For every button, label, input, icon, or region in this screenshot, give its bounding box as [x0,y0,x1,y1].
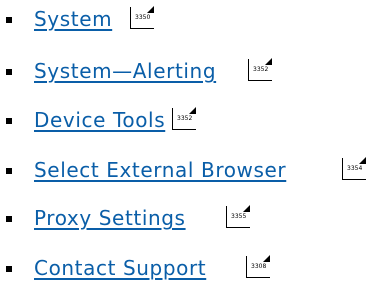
page-corner-icon [147,6,155,13]
link-select-external-browser[interactable]: Select External Browser [34,157,286,183]
link-proxy-settings[interactable]: Proxy Settings [34,205,186,231]
link-device-tools[interactable]: Device Tools [34,107,165,133]
page-ref-number: 3354 [347,165,363,172]
page-reference-icon[interactable]: 3350 [130,6,155,29]
page-corner-icon [359,157,367,164]
page-corner-icon [263,255,271,262]
square-bullet-icon [6,266,12,272]
page-corner-icon [243,205,251,212]
page-corner-icon [189,107,197,114]
page-corner-icon [265,58,273,65]
square-bullet-icon [6,118,12,124]
link-system[interactable]: System [34,6,112,32]
page-reference-icon[interactable]: 3308 [246,255,271,278]
page-reference-icon[interactable]: 3354 [342,157,367,180]
page-reference-icon[interactable]: 3352 [172,107,197,130]
page-ref-number: 3355 [231,213,247,220]
page-reference-icon[interactable]: 3355 [226,205,251,228]
link-system-alerting[interactable]: System—Alerting [34,58,216,84]
square-bullet-icon [6,168,12,174]
page-reference-icon[interactable]: 3352 [248,58,273,81]
square-bullet-icon [6,17,12,23]
page-ref-number: 3352 [177,115,193,122]
page-ref-number: 3352 [253,66,269,73]
square-bullet-icon [6,69,12,75]
square-bullet-icon [6,216,12,222]
page-ref-number: 3350 [135,14,151,21]
link-contact-support[interactable]: Contact Support [34,255,206,281]
page-ref-number: 3308 [251,263,267,270]
